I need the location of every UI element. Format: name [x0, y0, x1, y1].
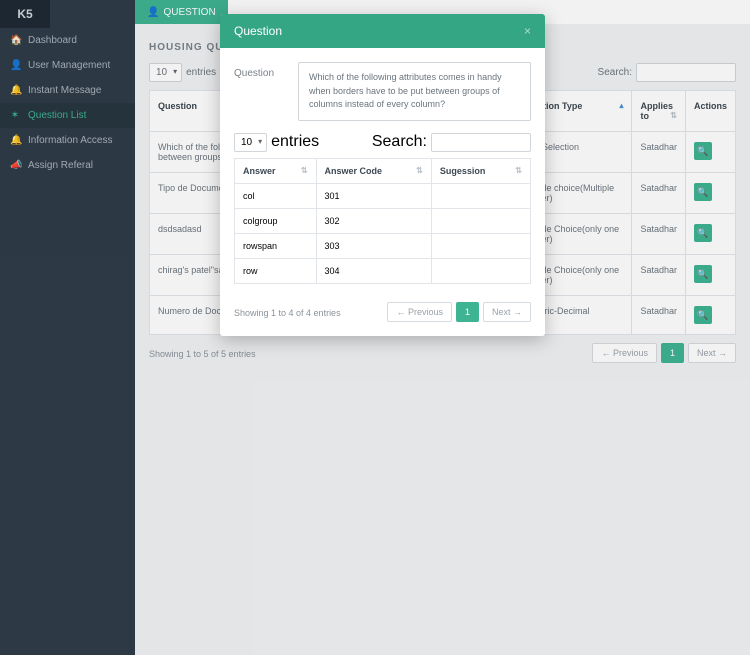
close-icon[interactable]: × — [524, 24, 531, 38]
cell-suggestion — [431, 208, 530, 233]
question-modal: Question × Question Which of the followi… — [220, 14, 545, 336]
table-row: colgroup302 — [235, 208, 531, 233]
modal-title: Question — [234, 24, 282, 38]
cell-answer-code: 302 — [316, 208, 431, 233]
modal-toolbar: 10 entries Search: — [234, 133, 531, 152]
table-row: row304 — [235, 258, 531, 283]
cell-answer: rowspan — [235, 233, 317, 258]
cell-suggestion — [431, 183, 530, 208]
answers-table: Answer Answer Code Sugession col301colgr… — [234, 158, 531, 284]
table-row: col301 — [235, 183, 531, 208]
modal-search-input[interactable] — [431, 133, 531, 152]
modal-search-label: Search: — [372, 133, 427, 151]
cell-answer: row — [235, 258, 317, 283]
col-answer-code[interactable]: Answer Code — [316, 158, 431, 183]
modal-table-footer: Showing 1 to 4 of 4 entries — [234, 308, 341, 318]
modal-prev-button[interactable]: ← Previous — [387, 302, 452, 322]
modal-header: Question × — [220, 14, 545, 48]
col-suggestion[interactable]: Sugession — [431, 158, 530, 183]
cell-suggestion — [431, 233, 530, 258]
col-answer[interactable]: Answer — [235, 158, 317, 183]
modal-next-button[interactable]: Next → — [483, 302, 531, 322]
question-field-label: Question — [234, 62, 284, 79]
question-text: Which of the following attributes comes … — [298, 62, 531, 121]
modal-page-1-button[interactable]: 1 — [456, 302, 479, 322]
modal-pager: ← Previous 1 Next → — [387, 302, 531, 322]
modal-entries-select[interactable]: 10 — [234, 133, 267, 152]
cell-answer: colgroup — [235, 208, 317, 233]
cell-suggestion — [431, 258, 530, 283]
cell-answer-code: 301 — [316, 183, 431, 208]
cell-answer-code: 303 — [316, 233, 431, 258]
modal-entries-label: entries — [271, 133, 319, 151]
table-row: rowspan303 — [235, 233, 531, 258]
cell-answer-code: 304 — [316, 258, 431, 283]
cell-answer: col — [235, 183, 317, 208]
